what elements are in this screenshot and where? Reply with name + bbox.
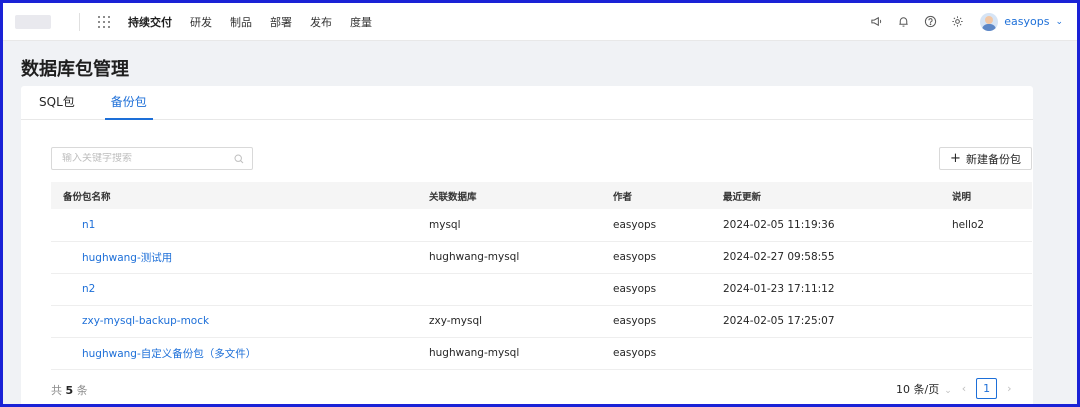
page-size-label: 10 条/页 — [896, 382, 940, 396]
cell-author: easyops — [613, 305, 723, 338]
bell-icon[interactable] — [896, 15, 910, 29]
column-header-database[interactable]: 关联数据库 — [429, 182, 613, 209]
search-box — [51, 147, 253, 170]
cell-author: easyops — [613, 241, 723, 274]
nav-item-deploy[interactable]: 部署 — [270, 14, 292, 30]
chevron-down-icon: ⌄ — [944, 385, 952, 396]
logo[interactable] — [15, 14, 51, 29]
package-name-link[interactable]: hughwang-测试用 — [51, 241, 429, 274]
avatar[interactable] — [980, 12, 999, 31]
cell-database — [429, 273, 613, 306]
nav-item-metrics[interactable]: 度量 — [350, 14, 372, 30]
cell-database: hughwang-mysql — [429, 337, 613, 370]
page-number-current[interactable]: 1 — [976, 378, 998, 399]
cell-updated: 2024-01-23 17:11:12 — [723, 273, 952, 306]
package-name-link[interactable]: n1 — [51, 209, 429, 242]
table-row: zxy-mysql-backup-mock zxy-mysql easyops … — [51, 305, 1032, 338]
cell-database: zxy-mysql — [429, 305, 613, 338]
total-suffix: 条 — [76, 384, 88, 397]
total-prefix: 共 — [51, 384, 62, 397]
cell-author: easyops — [613, 273, 723, 306]
table-row: n1 mysql easyops 2024-02-05 11:19:36 hel… — [51, 209, 1032, 242]
cell-description — [952, 337, 1032, 370]
column-header-name[interactable]: 备份包名称 — [51, 182, 429, 209]
tab-backup-package[interactable]: 备份包 — [104, 93, 153, 120]
cell-database: mysql — [429, 209, 613, 242]
package-name-link[interactable]: hughwang-自定义备份包（多文件） — [51, 337, 429, 370]
help-icon[interactable] — [923, 15, 937, 29]
package-name-link[interactable]: zxy-mysql-backup-mock — [51, 305, 429, 338]
chevron-down-icon[interactable]: ⌄ — [1055, 17, 1063, 27]
megaphone-icon[interactable] — [869, 15, 883, 29]
nav-item-artifacts[interactable]: 制品 — [230, 14, 252, 30]
gear-icon[interactable] — [950, 15, 964, 29]
cell-author: easyops — [613, 209, 723, 242]
pagination: 10 条/页 ⌄ ‹ 1 › — [896, 378, 1022, 399]
page-title: 数据库包管理 — [21, 59, 129, 80]
cell-updated: 2024-02-05 11:19:36 — [723, 209, 952, 242]
plus-icon: + — [950, 151, 961, 166]
package-name-link[interactable]: n2 — [51, 273, 429, 306]
table-row: n2 easyops 2024-01-23 17:11:12 — [51, 273, 1032, 306]
cell-description — [952, 241, 1032, 274]
next-page-icon[interactable]: › — [1007, 382, 1011, 395]
nav-divider — [79, 12, 80, 31]
column-header-author[interactable]: 作者 — [613, 182, 723, 209]
nav-right-tools: easyops ⌄ — [856, 12, 1063, 31]
nav-item-release[interactable]: 发布 — [310, 14, 332, 30]
cell-updated: 2024-02-27 09:58:55 — [723, 241, 952, 274]
backup-package-table: 备份包名称 关联数据库 作者 最近更新 说明 n1 mysql easyops … — [51, 182, 1032, 370]
column-header-description[interactable]: 说明 — [952, 182, 1032, 209]
search-input[interactable] — [62, 153, 234, 164]
column-header-updated[interactable]: 最近更新 — [723, 182, 952, 209]
tab-sql-package[interactable]: SQL包 — [39, 93, 83, 119]
table-row: hughwang-测试用 hughwang-mysql easyops 2024… — [51, 241, 1032, 274]
total-count: 共 5 条 — [51, 382, 88, 398]
page-size-select[interactable]: 10 条/页 ⌄ — [896, 381, 952, 397]
cell-description — [952, 305, 1032, 338]
cell-description — [952, 273, 1032, 306]
username[interactable]: easyops — [1004, 15, 1049, 28]
search-icon[interactable] — [234, 153, 244, 164]
prev-page-icon[interactable]: ‹ — [962, 382, 966, 395]
nav-item-continuous-delivery[interactable]: 持续交付 — [128, 14, 172, 30]
apps-grid-icon[interactable] — [98, 15, 110, 28]
cell-updated — [723, 337, 952, 370]
total-number: 5 — [65, 384, 74, 397]
top-navigation: 持续交付 研发 制品 部署 发布 度量 easyops ⌄ — [3, 3, 1077, 41]
cell-database: hughwang-mysql — [429, 241, 613, 274]
app-window: 持续交付 研发 制品 部署 发布 度量 easyops ⌄ 数据库包管理 SQL… — [3, 3, 1077, 404]
new-backup-package-button[interactable]: + 新建备份包 — [939, 147, 1032, 170]
new-backup-package-label: 新建备份包 — [965, 152, 1021, 166]
table-row: hughwang-自定义备份包（多文件） hughwang-mysql easy… — [51, 337, 1032, 370]
cell-updated: 2024-02-05 17:25:07 — [723, 305, 952, 338]
tab-bar: SQL包 备份包 — [21, 86, 1033, 120]
content-card: SQL包 备份包 + 新建备份包 备份包名称 关联数据库 作者 最近更新 说明 — [21, 86, 1033, 404]
cell-description: hello2 — [952, 209, 1032, 242]
cell-author: easyops — [613, 337, 723, 370]
nav-item-development[interactable]: 研发 — [190, 14, 212, 30]
table-header-row: 备份包名称 关联数据库 作者 最近更新 说明 — [51, 182, 1032, 209]
